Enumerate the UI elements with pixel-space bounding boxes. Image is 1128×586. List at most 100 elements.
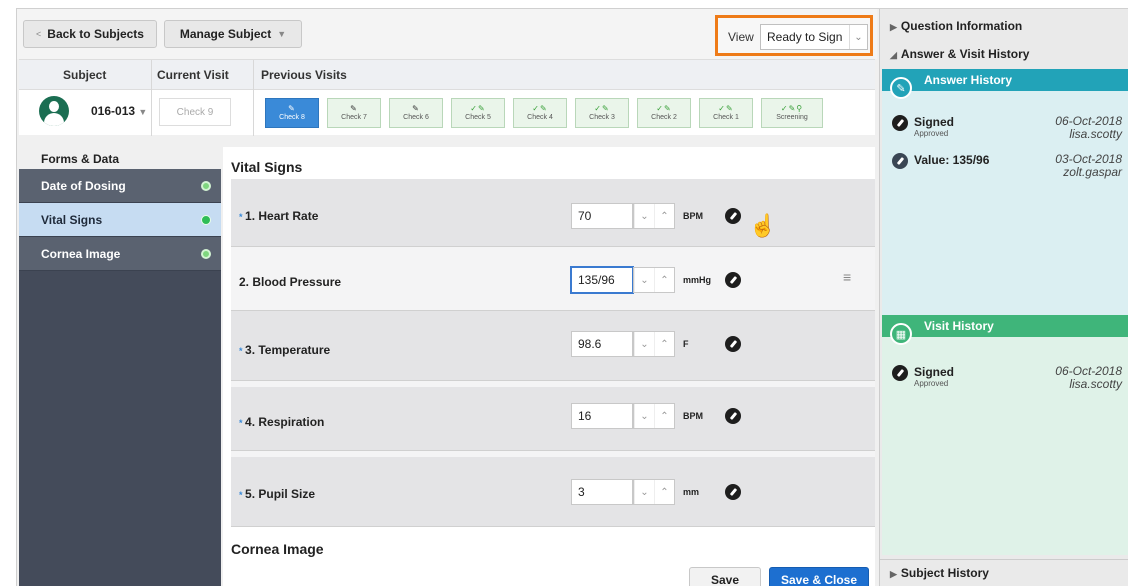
top-toolbar: < Back to Subjects Manage Subject ▼ View… xyxy=(17,9,877,59)
subject-id: 016-013 xyxy=(91,104,136,118)
back-button-label: Back to Subjects xyxy=(47,27,144,41)
edit-pencil-icon xyxy=(892,153,908,169)
status-dot-icon xyxy=(201,181,211,191)
pupil-size-input[interactable]: 3 xyxy=(571,479,633,505)
chevron-down-icon[interactable]: ⌄ xyxy=(634,480,654,504)
visit-chip-check-2[interactable]: ✓✎ Check 2 xyxy=(637,98,691,128)
visit-chip-label: Screening xyxy=(776,113,808,121)
chevron-down-icon[interactable]: ⌄ xyxy=(634,404,654,428)
history-main: Signed xyxy=(914,365,955,379)
temperature-input[interactable]: 98.6 xyxy=(571,331,633,357)
visit-chip-label: Check 4 xyxy=(527,113,553,121)
sign-pen-icon xyxy=(892,115,908,131)
heart-rate-input[interactable]: 70 xyxy=(571,203,633,229)
check-signed-icon: ✓✎ xyxy=(532,104,548,113)
chevron-down-icon: ▼ xyxy=(138,107,148,117)
question-information-toggle[interactable]: ▶ Question Information xyxy=(880,13,1128,39)
sidebar-item-vital-signs[interactable]: Vital Signs xyxy=(19,203,221,237)
current-visit-column-header: Current Visit xyxy=(157,68,229,82)
sidebar-title: Forms & Data xyxy=(19,147,221,169)
view-label: View xyxy=(728,30,754,44)
check-signed-icon: ✓✎ xyxy=(656,104,672,113)
visit-chip-label: Check 2 xyxy=(651,113,677,121)
sidebar-item-label: Date of Dosing xyxy=(41,179,126,193)
signed-icon: ✎ xyxy=(412,104,420,113)
visit-history-header: Visit History xyxy=(882,315,1128,337)
respiration-stepper[interactable]: ⌄ ⌃ xyxy=(633,403,675,429)
sign-pen-icon xyxy=(892,365,908,381)
chevron-down-icon[interactable]: ⌄ xyxy=(634,332,654,356)
subject-id-dropdown[interactable]: 016-013 ▼ xyxy=(91,104,147,118)
field-unit: mmHg xyxy=(683,275,712,285)
chevron-up-icon[interactable]: ⌃ xyxy=(654,404,674,428)
sidebar-item-date-of-dosing[interactable]: Date of Dosing xyxy=(19,169,221,203)
sign-pen-icon[interactable] xyxy=(725,336,741,352)
form-row-pupil-size: * 5. Pupil Size 3 ⌄ ⌃ mm xyxy=(231,451,875,527)
chevron-up-icon[interactable]: ⌃ xyxy=(654,480,674,504)
save-and-close-button[interactable]: Save & Close xyxy=(769,567,869,586)
form-row-temperature: * 3. Temperature 98.6 ⌄ ⌃ F xyxy=(231,311,875,381)
answer-visit-history-toggle[interactable]: ◢ Answer & Visit History xyxy=(880,41,1128,67)
visit-chip-check-1[interactable]: ✓✎ Check 1 xyxy=(699,98,753,128)
sign-pen-icon[interactable] xyxy=(725,208,741,224)
visit-chip-screening[interactable]: ✓✎⚲ Screening xyxy=(761,98,823,128)
chevron-up-icon[interactable]: ⌃ xyxy=(654,332,674,356)
visit-timeline-header: Subject Current Visit Previous Visits xyxy=(19,60,875,90)
hamburger-menu-icon[interactable]: ≡ xyxy=(843,269,851,285)
status-dot-icon xyxy=(201,215,211,225)
visit-chip-label: Check 7 xyxy=(341,113,367,121)
section-title: Vital Signs xyxy=(231,159,303,175)
history-main: Signed xyxy=(914,115,955,129)
answer-history-header: Answer History xyxy=(882,69,1128,91)
visit-chip-check-3[interactable]: ✓✎ Check 3 xyxy=(575,98,629,128)
visit-chip-check-5[interactable]: ✓✎ Check 5 xyxy=(451,98,505,128)
chevron-down-icon[interactable]: ⌄ xyxy=(634,204,654,228)
chevron-up-icon[interactable]: ⌃ xyxy=(654,204,674,228)
history-panel: ▶ Question Information ◢ Answer & Visit Hi… xyxy=(879,9,1128,586)
sidebar-item-label: Vital Signs xyxy=(41,213,103,227)
form-row-blood-pressure: 2. Blood Pressure 135/96 ⌄ ⌃ mmHg ≡ xyxy=(231,247,875,311)
answer-history-item: Signed Approved 06-Oct-2018 lisa.scotty xyxy=(892,114,1122,149)
save-button[interactable]: Save xyxy=(689,567,761,586)
check-signed-icon: ✓✎ xyxy=(470,104,486,113)
visit-chip-check-8[interactable]: ✎ Check 8 xyxy=(265,98,319,128)
temperature-stepper[interactable]: ⌄ ⌃ xyxy=(633,331,675,357)
visit-chip-check-7[interactable]: ✎ Check 7 xyxy=(327,98,381,128)
column-divider xyxy=(151,60,152,136)
back-to-subjects-button[interactable]: < Back to Subjects xyxy=(23,20,157,48)
chevron-down-icon[interactable]: ⌄ xyxy=(634,268,654,292)
current-visit-chip[interactable]: Check 9 xyxy=(159,98,231,126)
heart-rate-stepper[interactable]: ⌄ ⌃ xyxy=(633,203,675,229)
field-label: * 4. Respiration xyxy=(239,415,325,429)
hand-cursor-icon: ☝ xyxy=(749,213,777,238)
visit-chip-check-4[interactable]: ✓✎ Check 4 xyxy=(513,98,567,128)
visit-chip-check-6[interactable]: ✎ Check 6 xyxy=(389,98,443,128)
subject-column-header: Subject xyxy=(63,68,107,82)
manage-subject-label: Manage Subject xyxy=(179,27,272,41)
subject-history-toggle[interactable]: ▶ Subject History xyxy=(880,559,1128,586)
status-dot-icon xyxy=(201,249,211,259)
visit-chip-label: Check 8 xyxy=(279,113,305,121)
field-label: * 3. Temperature xyxy=(239,343,331,357)
visit-chip-label: Check 6 xyxy=(403,113,429,121)
check-signed-icon: ✓✎ xyxy=(594,104,610,113)
signed-icon: ✎ xyxy=(350,104,358,113)
column-divider xyxy=(253,60,254,136)
forms-sidebar: Forms & Data Date of Dosing Vital Signs … xyxy=(19,147,221,586)
blood-pressure-stepper[interactable]: ⌄ ⌃ xyxy=(633,267,675,293)
previous-visits-column-header: Previous Visits xyxy=(261,68,347,82)
sign-pen-icon[interactable] xyxy=(725,408,741,424)
blood-pressure-input[interactable]: 135/96 xyxy=(571,267,633,293)
sidebar-item-label: Cornea Image xyxy=(41,247,121,261)
sidebar-item-cornea-image[interactable]: Cornea Image xyxy=(19,237,221,271)
field-label: * 5. Pupil Size xyxy=(239,487,316,501)
sign-pen-icon[interactable] xyxy=(725,484,741,500)
sign-pen-icon[interactable] xyxy=(725,272,741,288)
pupil-size-stepper[interactable]: ⌄ ⌃ xyxy=(633,479,675,505)
view-select-value: Ready to Sign xyxy=(767,30,843,44)
chevron-up-icon[interactable]: ⌃ xyxy=(654,268,674,292)
respiration-input[interactable]: 16 xyxy=(571,403,633,429)
manage-subject-button[interactable]: Manage Subject ▼ xyxy=(164,20,302,48)
history-date-user: 06-Oct-2018 lisa.scotty xyxy=(1055,364,1122,392)
view-select[interactable]: Ready to Sign ⌄ xyxy=(760,24,868,50)
